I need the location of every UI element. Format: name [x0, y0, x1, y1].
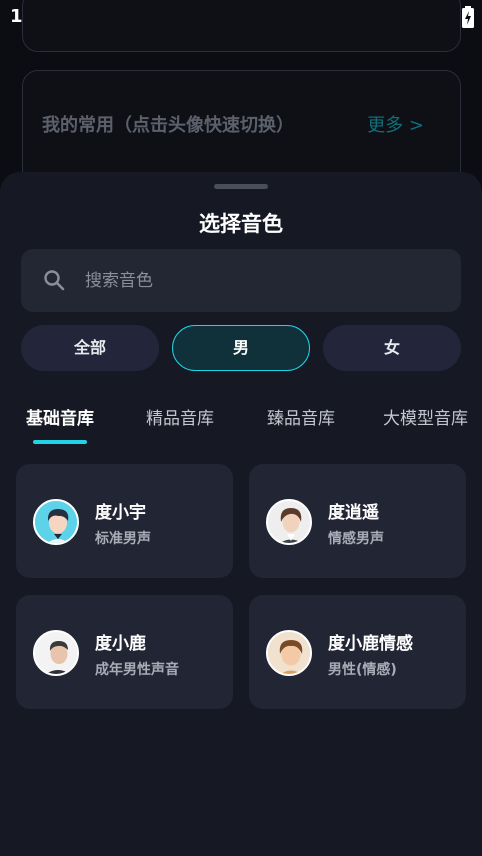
tab-premium-library[interactable]: 精品音库: [146, 404, 214, 429]
voice-card[interactable]: 度小宇 标准男声: [16, 464, 233, 578]
tab-basic-library[interactable]: 基础音库: [26, 404, 94, 429]
voice-description: 成年男性声音: [95, 662, 179, 678]
voice-description: 标准男声: [95, 531, 151, 547]
filter-all-button[interactable]: 全部: [21, 325, 159, 371]
battery-icon: [462, 6, 474, 28]
filter-male-button[interactable]: 男: [172, 325, 310, 371]
background-card-top: [22, 0, 461, 52]
voice-name: 度逍遥: [328, 503, 379, 523]
voice-description: 情感男声: [328, 531, 384, 547]
tab-large-model-library[interactable]: 大模型音库: [383, 404, 468, 429]
active-tab-indicator: [33, 440, 87, 444]
tab-elite-library[interactable]: 臻品音库: [267, 404, 335, 429]
search-input[interactable]: [85, 265, 425, 297]
avatar: [33, 499, 79, 545]
avatar: [266, 499, 312, 545]
sheet-drag-handle[interactable]: [214, 184, 268, 189]
voice-name: 度小鹿情感: [328, 634, 413, 654]
avatar: [33, 630, 79, 676]
more-link[interactable]: 更多 >: [367, 111, 424, 137]
library-tabs: 基础音库 精品音库 臻品音库 大模型音库: [0, 396, 482, 452]
sheet-title: 选择音色: [199, 212, 283, 236]
search-icon: [44, 270, 65, 291]
voice-select-sheet: 选择音色 全部 男 女 基础音库 精品音库 臻品音库 大模型音库: [0, 172, 482, 856]
app-screen: 11:17 A 我的常用（点击头像快速切换） 更多 > 选择音色: [0, 0, 482, 856]
voice-name: 度小宇: [95, 503, 146, 523]
gender-filter: 全部 男 女: [21, 325, 461, 371]
voice-card[interactable]: 度小鹿情感 男性(情感): [249, 595, 466, 709]
voice-name: 度小鹿: [95, 634, 146, 654]
voice-card[interactable]: 度逍遥 情感男声: [249, 464, 466, 578]
search-box[interactable]: [21, 249, 461, 312]
filter-female-button[interactable]: 女: [323, 325, 461, 371]
favorites-title: 我的常用（点击头像快速切换）: [42, 115, 294, 136]
voice-card[interactable]: 度小鹿 成年男性声音: [16, 595, 233, 709]
voice-description: 男性(情感): [328, 662, 397, 678]
avatar: [266, 630, 312, 676]
